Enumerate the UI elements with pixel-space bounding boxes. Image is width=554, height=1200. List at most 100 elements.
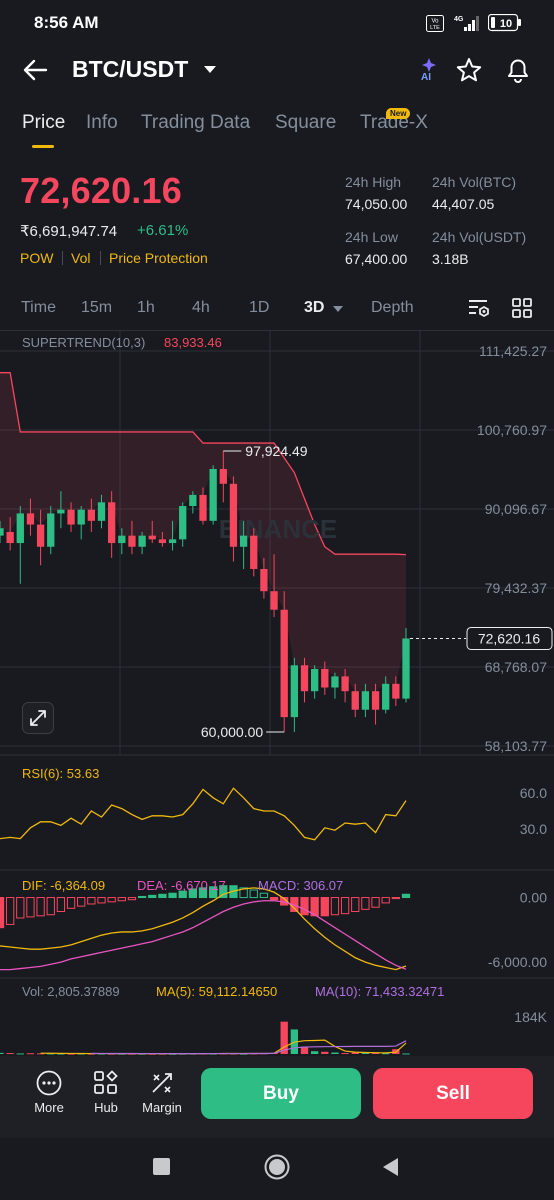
candle-body <box>67 509 75 525</box>
price-axis-label: 68,768.07 <box>485 659 547 675</box>
volume-axis-label: 184K <box>514 1009 547 1025</box>
macd-bar <box>381 897 390 904</box>
price-axis-label: 58,103.77 <box>485 738 547 754</box>
tag-divider <box>62 251 63 265</box>
rsi-axis-label: 30.0 <box>520 821 547 837</box>
candle-body <box>189 494 197 507</box>
candle-body <box>6 531 14 544</box>
tag-pow[interactable]: POW <box>20 250 53 266</box>
macd-dea-label: DEA: -6,670.17 <box>137 878 226 893</box>
interval-15m[interactable]: 15m <box>81 299 112 317</box>
chevron-down-icon[interactable] <box>204 66 216 73</box>
change-percent: +6.61% <box>137 222 189 239</box>
macd-axis-label: -6,000.00 <box>488 954 547 970</box>
supertrend-value: 83,933.46 <box>164 335 222 350</box>
interval-1h[interactable]: 1h <box>137 299 155 317</box>
recent-apps-button[interactable] <box>153 1158 170 1175</box>
svg-text:10: 10 <box>500 18 512 30</box>
interval-time[interactable]: Time <box>21 299 56 317</box>
bell-icon[interactable] <box>505 56 531 84</box>
tab-info[interactable]: Info <box>86 112 118 134</box>
candle-body <box>107 502 116 544</box>
candle-body <box>250 535 258 569</box>
macd-bar <box>361 897 370 910</box>
candle-body <box>270 591 278 610</box>
volume-bar <box>16 1053 24 1055</box>
interval-1d[interactable]: 1D <box>249 299 269 317</box>
interval-caret-icon[interactable] <box>333 306 343 312</box>
tag-price-protection[interactable]: Price Protection <box>109 250 208 266</box>
stat-high-value: 74,050.00 <box>345 196 408 212</box>
candle-body <box>0 528 4 536</box>
star-icon[interactable] <box>456 57 482 83</box>
candle-body <box>290 665 299 718</box>
candle-body <box>179 506 187 540</box>
candle-body <box>26 513 35 525</box>
tab-trading-data[interactable]: Trading Data <box>141 112 250 134</box>
volume-ma5-label: MA(5): 59,112.14650 <box>156 984 278 999</box>
fullscreen-icon[interactable] <box>22 702 54 734</box>
volume-bar <box>321 1051 329 1054</box>
candle-body <box>16 513 24 544</box>
macd-bar <box>269 897 279 901</box>
price-axis-label: 90,096.67 <box>485 501 547 517</box>
indicator-settings-icon[interactable] <box>467 297 491 319</box>
volume-ma10-line <box>91 1040 407 1055</box>
candle-body <box>47 513 55 547</box>
interval-3d[interactable]: 3D <box>304 299 324 317</box>
battery-icon: 10 <box>488 14 521 32</box>
stat-vol-btc-value: 44,407.05 <box>432 196 495 212</box>
candle-body <box>321 668 329 688</box>
volume-bar <box>341 1053 349 1055</box>
home-button[interactable] <box>263 1153 291 1181</box>
rsi-label: RSI(6): 53.63 <box>22 766 100 781</box>
macd-dif-label: DIF: -6,364.09 <box>22 878 106 893</box>
system-back-button[interactable] <box>380 1156 400 1178</box>
kline-chart[interactable]: BINANCE 111,425.27100,760.9790,096.6779,… <box>0 330 554 1056</box>
candle-body <box>280 609 288 718</box>
candle-body <box>229 483 238 547</box>
low-marker-label: 60,000.00 <box>201 724 263 740</box>
macd-bar <box>26 897 35 918</box>
tab-square[interactable]: Square <box>275 112 336 134</box>
candle-body <box>148 535 156 540</box>
macd-bar <box>401 893 411 899</box>
volume-label: Vol: 2,805.37889 <box>22 984 120 999</box>
back-arrow-icon[interactable] <box>22 58 50 82</box>
stat-low-value: 67,400.00 <box>345 251 408 267</box>
macd-bar <box>56 897 66 913</box>
candle-body <box>219 468 227 484</box>
status-bar: 8:56 AM Vo LTE 4G 10 <box>0 0 554 48</box>
new-badge: New <box>386 108 411 119</box>
tag-divider <box>100 251 101 265</box>
more-icon <box>36 1070 62 1096</box>
candle-body <box>239 535 248 547</box>
macd-bar <box>97 897 106 904</box>
interval-4h[interactable]: 4h <box>192 299 210 317</box>
layout-grid-icon[interactable] <box>511 297 533 319</box>
candle-body <box>77 509 85 525</box>
volume-bar <box>402 1053 410 1055</box>
macd-bar <box>391 897 401 900</box>
status-time: 8:56 AM <box>34 13 99 32</box>
candle-body <box>351 691 359 710</box>
ai-icon[interactable]: AI <box>416 56 440 84</box>
price-axis-label: 100,760.97 <box>477 422 547 438</box>
buy-button[interactable]: Buy <box>201 1068 361 1119</box>
stat-vol-usdt-value: 3.18B <box>432 251 469 267</box>
candle-body <box>36 524 45 547</box>
hub-label: Hub <box>94 1100 118 1115</box>
macd-bar <box>249 889 258 899</box>
macd-bar <box>36 897 45 917</box>
macd-bar <box>340 897 350 915</box>
macd-bar <box>320 897 329 917</box>
volume-bar <box>331 1052 339 1054</box>
last-price: 72,620.16 <box>20 170 182 211</box>
candle-body <box>118 535 126 544</box>
interval-depth[interactable]: Depth <box>371 299 414 317</box>
tab-price[interactable]: Price <box>22 112 65 134</box>
pair-title[interactable]: BTC/USDT <box>72 56 188 83</box>
sell-button[interactable]: Sell <box>373 1068 533 1119</box>
tag-vol[interactable]: Vol <box>71 250 90 266</box>
stat-vol-btc-label: 24h Vol(BTC) <box>432 174 517 190</box>
